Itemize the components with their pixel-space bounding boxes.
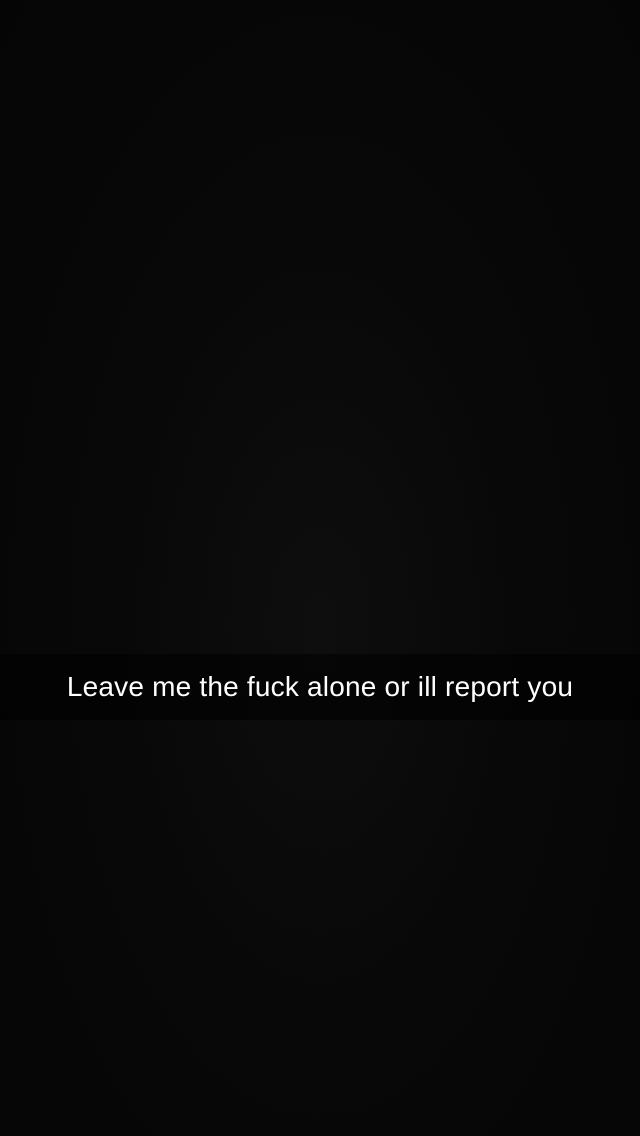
caption-text: Leave me the fuck alone or ill report yo… (66, 671, 574, 702)
caption-bar: Leave me the fuck alone or ill report yo… (0, 654, 640, 720)
snap-photo-view[interactable]: Leave me the fuck alone or ill report yo… (0, 0, 640, 1136)
